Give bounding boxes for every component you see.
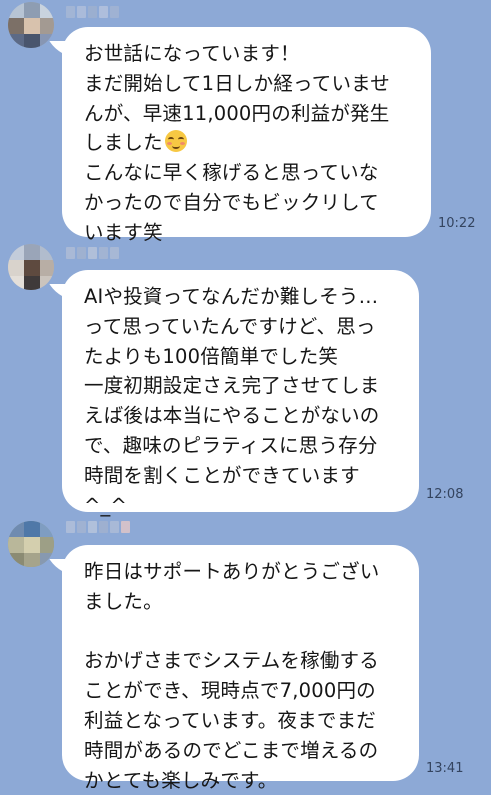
relieved-face-emoji-icon [164,130,187,153]
avatar[interactable] [8,2,54,48]
sender-name-blurred [66,521,130,535]
message-bubble: 昨日はサポートありがとうござい ました。 おかげさまでシステムを稼働する ことが… [62,545,419,792]
avatar[interactable] [8,244,54,290]
message-bubble: お世話になっています！ まだ開始して1日しか経っていませ んが、早速11,000… [62,27,431,244]
message-timestamp: 10:22 [438,216,476,231]
sender-name-blurred [66,6,119,20]
avatar[interactable] [8,521,54,567]
message-timestamp: 13:41 [426,761,464,776]
message-text: こんなに早く稼げると思っていな かったので自分でもビックリして います笑 [84,161,379,244]
sender-name-blurred [66,247,119,261]
message-timestamp: 12:08 [426,487,464,502]
message-bubble: AIや投資ってなんだか難しそう… って思っていたんですけど、思っ たよりも100… [62,270,419,517]
message-text: お世話になっています！ まだ開始して1日しか経っていませ んが、早速11,000… [84,42,390,155]
